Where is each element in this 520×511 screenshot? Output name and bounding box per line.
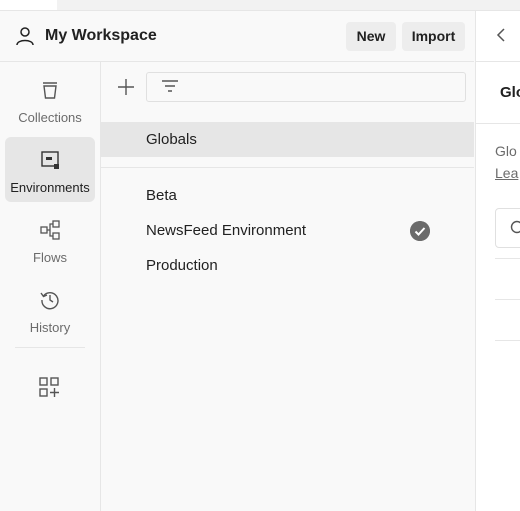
import-button[interactable]: Import	[402, 22, 465, 51]
filter-input[interactable]	[187, 77, 461, 97]
panel-divider	[476, 61, 520, 62]
panel-divider	[476, 123, 520, 124]
sidebar-item-label: Environments	[10, 180, 90, 195]
new-button[interactable]: New	[346, 22, 396, 51]
table-divider	[495, 299, 520, 300]
top-tab-strip	[0, 0, 520, 11]
flows-icon	[40, 220, 60, 240]
sidebar-item-history[interactable]: History	[5, 277, 95, 342]
search-icon	[510, 220, 520, 234]
globals-label: Globals	[146, 131, 197, 148]
globals-row[interactable]: Globals	[101, 122, 474, 157]
add-environment-button[interactable]	[115, 76, 137, 98]
sidebar: Collections Environments Flows History	[0, 62, 101, 511]
environments-list-panel: Globals Beta NewsFeed Environment Produc…	[101, 62, 474, 511]
trash-can-icon	[43, 82, 57, 99]
sidebar-divider	[15, 347, 85, 348]
learn-more-link[interactable]: Lea	[495, 165, 518, 181]
sidebar-item-environments[interactable]: Environments	[5, 137, 95, 202]
active-check-icon[interactable]	[410, 221, 430, 241]
list-divider	[101, 167, 474, 168]
environment-name: Production	[146, 257, 218, 274]
add-widget-icon[interactable]	[38, 376, 60, 398]
sidebar-item-flows[interactable]: Flows	[5, 207, 95, 272]
list-item[interactable]: Beta	[101, 178, 474, 213]
table-divider	[495, 258, 520, 259]
workspace-header: My Workspace New Import	[0, 11, 474, 62]
sidebar-item-collections[interactable]: Collections	[5, 67, 95, 132]
workspace-name[interactable]: My Workspace	[45, 27, 157, 45]
panel-title: Glo	[500, 84, 520, 101]
sidebar-item-label: Collections	[18, 110, 82, 125]
detail-panel: Glo Glo Lea	[475, 11, 520, 511]
environment-name: NewsFeed Environment	[146, 222, 307, 239]
sidebar-item-label: Flows	[33, 250, 67, 265]
chevron-left-icon[interactable]	[496, 28, 506, 42]
tab-stub[interactable]	[0, 0, 57, 10]
list-item[interactable]: NewsFeed Environment	[101, 213, 474, 248]
sidebar-item-label: History	[29, 320, 71, 335]
environment-icon	[41, 151, 59, 169]
list-item[interactable]: Production	[101, 248, 474, 283]
variable-search-field[interactable]	[495, 208, 520, 248]
environment-name: Beta	[146, 187, 177, 204]
user-icon	[16, 27, 34, 46]
panel-description: Glo	[495, 143, 517, 159]
table-divider	[495, 340, 520, 341]
history-icon	[40, 292, 59, 310]
filter-icon	[162, 80, 178, 92]
filter-field[interactable]	[146, 72, 466, 102]
